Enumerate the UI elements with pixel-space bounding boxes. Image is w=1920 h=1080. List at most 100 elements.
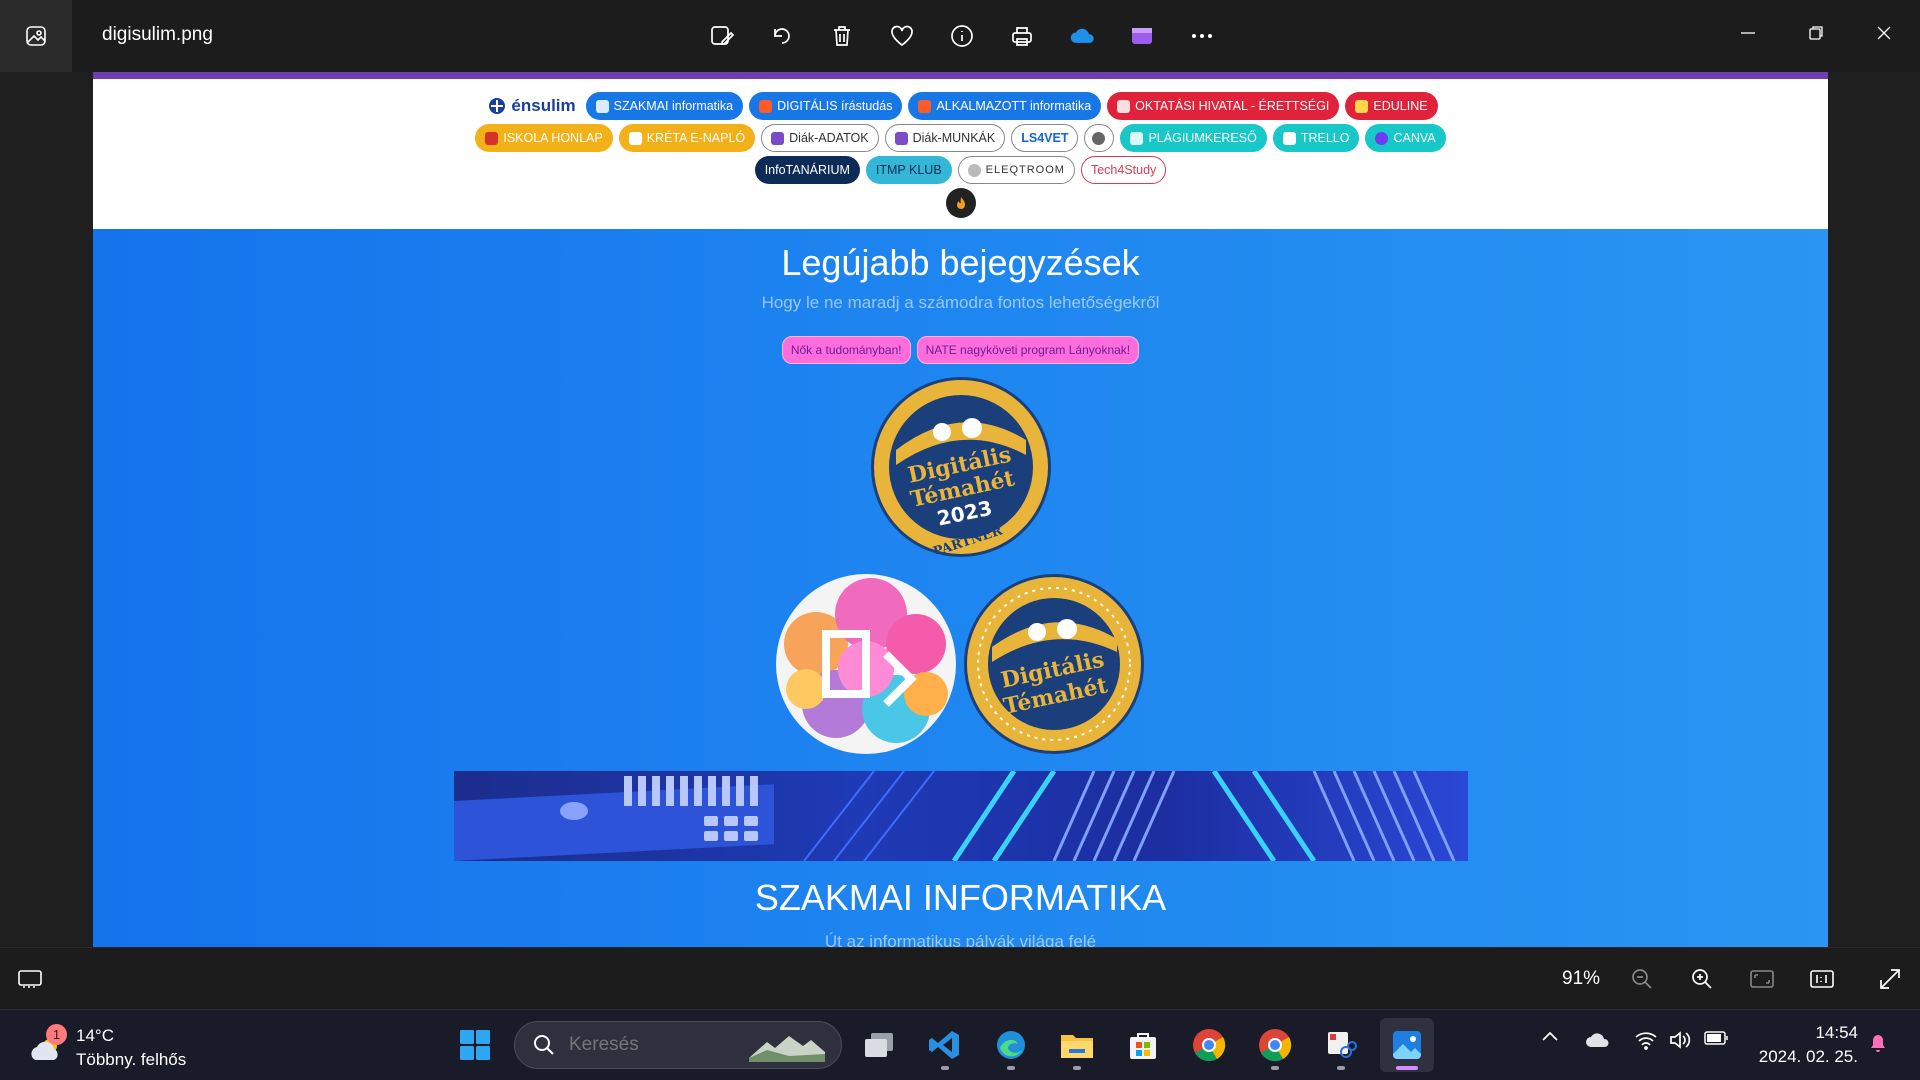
- link-kreta[interactable]: KRÉTA E-NAPLÓ: [618, 124, 756, 152]
- running-indicator: [1007, 1066, 1015, 1070]
- vscode-icon[interactable]: [918, 1018, 972, 1072]
- digitalis-temahet-2023-badge[interactable]: Digitális Témahét 2023 PARTNER: [871, 377, 1051, 560]
- pin-icon: [967, 163, 981, 177]
- office-icon: [759, 99, 773, 113]
- zoom-level: 91%: [1562, 968, 1601, 989]
- link-row-3: InfoTANÁRIUM ITMP KLUB ELEQTROOM Tech4St…: [93, 156, 1828, 184]
- rotate-icon[interactable]: [760, 14, 804, 58]
- plagium-icon: [1130, 131, 1144, 145]
- running-indicator: [1337, 1066, 1345, 1070]
- close-icon[interactable]: [1858, 10, 1910, 56]
- fullscreen-icon[interactable]: [1870, 959, 1910, 999]
- section-title-newest: Legújabb bejegyzések: [781, 242, 1140, 283]
- link-label: SZAKMAI informatika: [613, 99, 734, 113]
- weather-widget[interactable]: 1 14°C Többny. felhős: [26, 1024, 186, 1072]
- onedrive-tray-icon[interactable]: [1582, 1030, 1614, 1050]
- tag-nate-program[interactable]: NATE nagyköveti program Lányoknak!: [916, 336, 1140, 364]
- wifi-icon[interactable]: [1632, 1030, 1660, 1050]
- link-diak-munkak[interactable]: Diák-MUNKÁK: [884, 124, 1006, 152]
- favorite-icon[interactable]: [880, 14, 924, 58]
- kreta-icon: [628, 131, 642, 145]
- photos-icon[interactable]: [1380, 1018, 1434, 1072]
- image-viewer[interactable]: énsulim SZAKMAI informatika DIGITÁLIS ír…: [0, 72, 1920, 947]
- website-body: Legújabb bejegyzések Hogy le ne maradj a…: [93, 229, 1828, 947]
- link-oktatasi-hivatal[interactable]: OKTATÁSI HIVATAL - ÉRETTSÉGI: [1107, 92, 1340, 120]
- digitalis-temahet-badge[interactable]: Digitális Témahét: [964, 574, 1144, 754]
- filmstrip-icon[interactable]: [10, 959, 50, 999]
- fire-badge-icon[interactable]: [945, 188, 976, 218]
- ensulim-logo-text: énsulim: [511, 96, 576, 115]
- show-hidden-icon[interactable]: [1538, 1030, 1562, 1042]
- canva-icon: [1375, 131, 1389, 145]
- link-round-logo[interactable]: [1084, 124, 1115, 152]
- delete-icon[interactable]: [820, 14, 864, 58]
- link-row-2: ISKOLA HONLAP KRÉTA E-NAPLÓ Diák-ADATOK …: [93, 124, 1828, 152]
- trello-icon: [1282, 131, 1296, 145]
- link-diak-adatok[interactable]: Diák-ADATOK: [761, 124, 879, 152]
- link-itmp-klub[interactable]: ITMP KLUB: [865, 156, 952, 184]
- bulb-icon: [595, 99, 609, 113]
- edit-image-icon[interactable]: [700, 14, 744, 58]
- store-icon[interactable]: [1116, 1018, 1170, 1072]
- cloud-weather-icon: 1: [26, 1024, 67, 1068]
- onedrive-icon[interactable]: [1060, 14, 1104, 58]
- restore-icon[interactable]: [1790, 10, 1842, 56]
- link-eduline[interactable]: EDULINE: [1345, 92, 1438, 120]
- title-bar: digisulim.png: [0, 0, 1920, 72]
- snipping-tool-icon[interactable]: [1314, 1018, 1368, 1072]
- clock-time: 14:54: [1815, 1023, 1858, 1042]
- running-indicator: [1271, 1066, 1279, 1070]
- link-label: Diák-ADATOK: [789, 131, 869, 145]
- link-infotanarium[interactable]: InfoTANÁRIUM: [754, 156, 860, 184]
- link-szakmai-informatika[interactable]: SZAKMAI informatika: [585, 92, 744, 120]
- link-canva[interactable]: CANVA: [1365, 124, 1446, 152]
- onenote-icon: [771, 131, 785, 145]
- search-input[interactable]: [569, 1034, 749, 1056]
- school-icon: [485, 131, 499, 145]
- task-view-icon[interactable]: [852, 1018, 906, 1072]
- zoom-in-icon[interactable]: [1682, 959, 1722, 999]
- battery-icon[interactable]: [1702, 1030, 1732, 1046]
- search-box[interactable]: [514, 1021, 842, 1069]
- notification-bell-icon[interactable]: [1864, 1030, 1892, 1054]
- actual-size-icon[interactable]: [1802, 959, 1842, 999]
- link-trello[interactable]: TRELLO: [1272, 124, 1360, 152]
- info-icon[interactable]: [940, 14, 984, 58]
- link-eleqtroom[interactable]: ELEQTROOM: [957, 156, 1075, 184]
- link-iskola-honlap[interactable]: ISKOLA HONLAP: [475, 124, 613, 152]
- print-icon[interactable]: [1000, 14, 1044, 58]
- eu-code-week-bubble-logo[interactable]: [776, 574, 956, 754]
- link-label: PLÁGIUMKERESŐ: [1148, 131, 1257, 145]
- zoom-out-icon[interactable]: [1622, 959, 1662, 999]
- minimize-icon[interactable]: [1722, 10, 1774, 56]
- link-digitalis-irastudas[interactable]: DIGITÁLIS írástudás: [749, 92, 903, 120]
- header-accent-line: [93, 72, 1828, 79]
- edge-icon[interactable]: [984, 1018, 1038, 1072]
- link-label: DIGITÁLIS írástudás: [777, 99, 893, 113]
- start-icon[interactable]: [448, 1018, 502, 1072]
- clock[interactable]: 14:54 2024. 02. 25.: [1752, 1021, 1858, 1069]
- website-header: énsulim SZAKMAI informatika DIGITÁLIS ír…: [93, 79, 1828, 229]
- ensulim-logo[interactable]: énsulim: [483, 92, 579, 120]
- weather-temp: 14°C: [76, 1026, 114, 1045]
- link-alkalmazott-informatika[interactable]: ALKALMAZOTT informatika: [908, 92, 1102, 120]
- volume-icon[interactable]: [1666, 1030, 1694, 1050]
- clipchamp-icon[interactable]: [1120, 14, 1164, 58]
- link-ls4vet[interactable]: LS4VET: [1011, 124, 1079, 152]
- chrome-icon[interactable]: [1182, 1018, 1236, 1072]
- link-label: ISKOLA HONLAP: [503, 131, 603, 145]
- link-tech4study[interactable]: Tech4Study: [1080, 156, 1167, 184]
- fit-to-window-icon[interactable]: [1742, 959, 1782, 999]
- tag-nok-a-tudomanyban[interactable]: Nők a tudományban!: [781, 336, 911, 364]
- chrome-profile-icon[interactable]: [1248, 1018, 1302, 1072]
- globe-icon: [1092, 131, 1106, 145]
- more-icon[interactable]: [1180, 14, 1224, 58]
- link-plagiumkereso[interactable]: PLÁGIUMKERESŐ: [1120, 124, 1267, 152]
- search-icon: [534, 1035, 554, 1055]
- link-label: ALKALMAZOTT informatika: [936, 99, 1092, 113]
- photos-app-icon[interactable]: [0, 0, 72, 72]
- file-explorer-icon[interactable]: [1050, 1018, 1104, 1072]
- active-indicator: [1396, 1066, 1418, 1070]
- taskbar: 1 14°C Többny. felhős Keresés 14:54 2024…: [0, 1009, 1920, 1080]
- link-label: ITMP KLUB: [875, 163, 942, 177]
